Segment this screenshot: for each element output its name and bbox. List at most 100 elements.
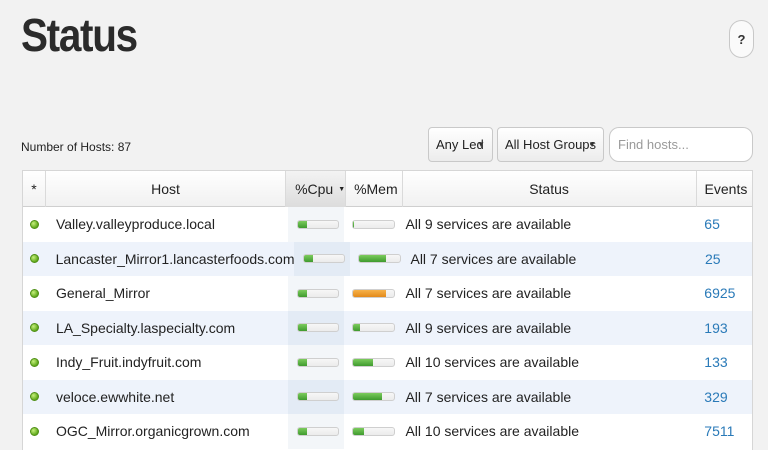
cpu-usage-bar: [297, 426, 340, 436]
table-row[interactable]: General_Mirror All 7 services are availab…: [23, 276, 752, 311]
mem-cell: [344, 276, 401, 311]
host-cell[interactable]: veloce.ewwhite.net: [46, 380, 288, 415]
status-led-icon: [29, 288, 39, 298]
host-cell[interactable]: Indy_Fruit.indyfruit.com: [46, 345, 288, 380]
mem-cell: [344, 311, 401, 346]
table-row[interactable]: OGC_Mirror.organicgrown.com All 10 servic…: [23, 414, 752, 449]
status-cell: All 7 services are available: [405, 242, 697, 277]
status-led-icon: [29, 323, 39, 333]
status-text: All 9 services are available: [405, 319, 572, 336]
events-link[interactable]: 25: [705, 251, 721, 267]
mem-cell: [350, 242, 406, 277]
cpu-cell: [288, 414, 344, 449]
events-link[interactable]: 65: [704, 216, 720, 232]
status-cell: All 10 services are available: [400, 345, 696, 380]
host-count-label: Number of Hosts: 87: [21, 140, 132, 154]
events-link[interactable]: 6925: [704, 285, 735, 301]
sort-descending-icon: ▼: [338, 185, 346, 193]
events-link[interactable]: 133: [704, 354, 727, 370]
led-filter-dropdown[interactable]: Any Led ▼: [428, 127, 493, 162]
table-row[interactable]: veloce.ewwhite.net All 7 services are ava…: [23, 379, 752, 415]
mem-usage-bar: [351, 357, 395, 367]
cpu-usage-fill: [298, 220, 307, 228]
status-cell: All 7 services are available: [400, 276, 696, 311]
events-cell[interactable]: 65: [696, 207, 752, 242]
status-text: All 10 services are available: [405, 354, 579, 371]
events-cell[interactable]: 133: [696, 345, 752, 380]
host-name: General_Mirror: [55, 285, 151, 302]
host-name: OGC_Mirror.organicgrown.com: [55, 423, 250, 440]
column-header-led[interactable]: *: [23, 171, 46, 207]
table-row[interactable]: Lancaster_Mirror1.lancasterfoods.com All …: [23, 241, 752, 277]
host-cell[interactable]: LA_Specialty.laspecialty.com: [46, 311, 288, 346]
mem-usage-bar: [357, 254, 401, 264]
mem-usage-bar: [351, 323, 395, 333]
cpu-usage-bar: [297, 392, 340, 402]
events-cell[interactable]: 193: [696, 311, 752, 346]
host-cell[interactable]: Lancaster_Mirror1.lancasterfoods.com: [46, 242, 295, 277]
events-cell[interactable]: 25: [697, 242, 752, 277]
help-button[interactable]: ?: [729, 20, 754, 58]
caret-down-icon: ▼: [477, 140, 485, 149]
events-cell[interactable]: 329: [696, 380, 752, 415]
host-cell[interactable]: OGC_Mirror.organicgrown.com: [46, 414, 288, 449]
status-cell: All 9 services are available: [400, 311, 696, 346]
host-search-input[interactable]: [609, 127, 753, 162]
cpu-usage-fill: [298, 393, 307, 401]
led-cell: [23, 414, 46, 449]
cpu-cell: [288, 379, 344, 414]
status-text: All 7 services are available: [405, 388, 572, 405]
host-name: Lancaster_Mirror1.lancasterfoods.com: [55, 250, 295, 267]
events-link[interactable]: 193: [704, 320, 727, 336]
cpu-usage-fill: [298, 289, 307, 297]
status-cell: All 10 services are available: [400, 414, 696, 449]
table-header: * Host %Cpu ▼ %Mem Status Events: [23, 171, 752, 207]
status-led-icon: [29, 392, 39, 402]
mem-cell: [344, 207, 401, 242]
column-header-host[interactable]: Host: [46, 171, 287, 207]
column-header-mem[interactable]: %Mem: [346, 171, 403, 207]
column-header-cpu[interactable]: %Cpu ▼: [286, 171, 347, 207]
events-link[interactable]: 7511: [704, 423, 734, 439]
led-cell: [23, 207, 46, 242]
cpu-usage-bar: [303, 254, 346, 264]
host-cell[interactable]: General_Mirror: [46, 276, 288, 311]
status-text: All 7 services are available: [410, 250, 577, 267]
events-link[interactable]: 329: [704, 389, 727, 405]
caret-down-icon: ▼: [588, 140, 596, 149]
mem-cell: [344, 345, 401, 380]
status-text: All 9 services are available: [405, 216, 572, 233]
host-name: Valley.valleyproduce.local: [55, 216, 215, 233]
cpu-usage-bar: [297, 219, 340, 229]
led-cell: [23, 311, 46, 346]
host-name: Indy_Fruit.indyfruit.com: [55, 354, 202, 371]
cpu-usage-fill: [298, 358, 307, 366]
page-title: Status: [21, 9, 138, 61]
table-row[interactable]: Indy_Fruit.indyfruit.com All 10 services …: [23, 345, 752, 380]
mem-cell: [344, 414, 401, 449]
events-cell[interactable]: 7511: [696, 414, 752, 449]
status-text: All 7 services are available: [405, 285, 572, 302]
status-led-icon: [29, 426, 39, 436]
events-cell[interactable]: 6925: [696, 276, 752, 311]
cpu-cell: [294, 241, 350, 276]
mem-usage-bar: [351, 219, 395, 229]
cpu-cell: [288, 276, 344, 311]
mem-usage-fill: [352, 427, 365, 435]
column-header-status[interactable]: Status: [403, 171, 697, 207]
host-cell[interactable]: Valley.valleyproduce.local: [46, 207, 288, 242]
status-cell: All 7 services are available: [400, 380, 696, 415]
table-row[interactable]: LA_Specialty.laspecialty.com All 9 servic…: [23, 310, 752, 346]
cpu-usage-bar: [297, 288, 340, 298]
mem-usage-fill: [352, 289, 387, 297]
status-led-icon: [29, 219, 39, 229]
table-body: Valley.valleyproduce.local All 9 services…: [23, 207, 752, 449]
led-cell: [23, 242, 46, 277]
table-row[interactable]: Valley.valleyproduce.local All 9 services…: [23, 207, 752, 242]
mem-usage-fill: [352, 393, 382, 401]
column-header-events[interactable]: Events: [697, 171, 752, 207]
cpu-cell: [288, 345, 344, 380]
cpu-usage-fill: [298, 427, 307, 435]
host-group-dropdown[interactable]: All Host Groups ▼: [497, 127, 604, 162]
mem-usage-fill: [352, 358, 374, 366]
